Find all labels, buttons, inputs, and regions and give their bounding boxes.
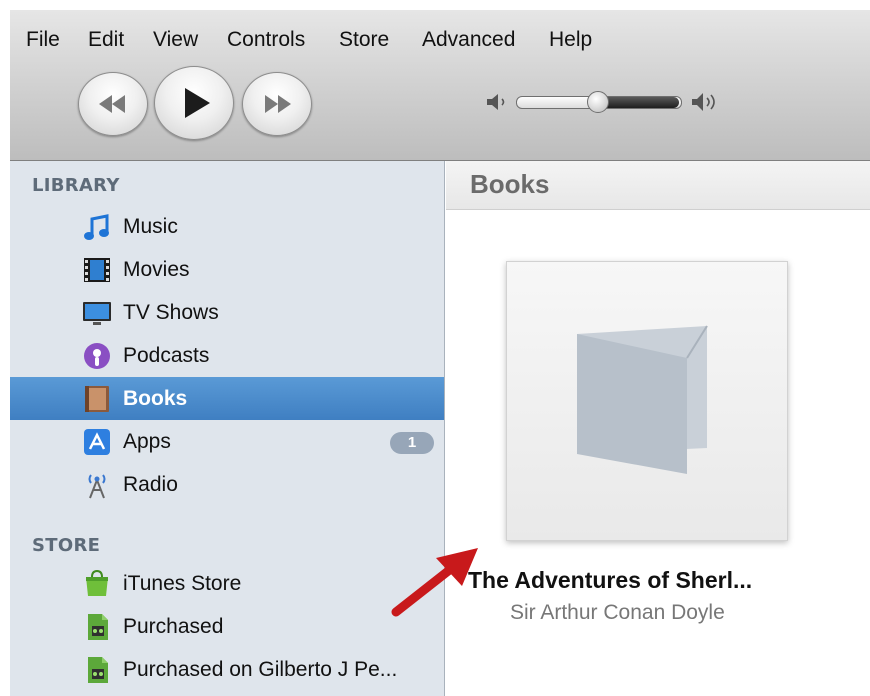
- itunes-window: File Edit View Controls Store Advanced H…: [0, 0, 870, 696]
- sidebar-item-label: Podcasts: [123, 344, 210, 367]
- menu-controls[interactable]: Controls: [227, 20, 305, 60]
- menu-file[interactable]: File: [26, 20, 60, 60]
- sidebar-item-purchased-on-device[interactable]: Purchased on Gilberto J Pe...: [10, 648, 444, 691]
- radio-icon: [88, 474, 106, 499]
- sidebar-item-books[interactable]: Books: [10, 377, 444, 420]
- sidebar-item-radio[interactable]: Radio: [10, 463, 444, 506]
- sidebar-item-purchased[interactable]: Purchased: [10, 605, 444, 648]
- main-header: Books: [446, 161, 870, 210]
- purchased-icon: [88, 614, 108, 640]
- sidebar-item-itunes-store[interactable]: iTunes Store: [10, 562, 444, 605]
- sidebar-item-label: Books: [123, 387, 188, 410]
- sidebar: LIBRARY Music Movies TV Shows Podcasts B…: [10, 161, 445, 696]
- fast-forward-button[interactable]: [242, 72, 312, 136]
- movies-icon: [84, 258, 110, 282]
- sidebar-item-label: Radio: [123, 473, 178, 496]
- sidebar-item-label: Apps: [123, 430, 171, 453]
- fast-forward-icon: [265, 95, 291, 113]
- volume-slider-knob[interactable]: [587, 91, 609, 113]
- menu-store[interactable]: Store: [339, 20, 389, 60]
- sidebar-item-label: Purchased on Gilberto J Pe...: [123, 658, 398, 681]
- sidebar-item-label: TV Shows: [123, 301, 219, 324]
- music-icon: [84, 214, 109, 240]
- volume-slider-track-fill: [597, 97, 679, 108]
- sidebar-item-label: Movies: [123, 258, 190, 281]
- tv-icon: [83, 302, 111, 325]
- sidebar-item-movies[interactable]: Movies: [10, 248, 444, 291]
- apps-count-badge: 1: [390, 432, 434, 454]
- sidebar-item-label: iTunes Store: [123, 572, 242, 595]
- generic-book-icon: [577, 325, 708, 474]
- sidebar-item-label: Music: [123, 215, 178, 238]
- page-title: Books: [470, 169, 550, 199]
- itunes-store-icon: [86, 569, 108, 596]
- sidebar-item-label: Purchased: [123, 615, 224, 638]
- menu-bar: File Edit View Controls Store Advanced H…: [10, 20, 870, 60]
- sidebar-item-podcasts[interactable]: Podcasts: [10, 334, 444, 377]
- podcast-icon: [84, 343, 110, 369]
- sidebar-item-music[interactable]: Music: [10, 205, 444, 248]
- main-content: Books The Adventures of Sherl... Sir Art…: [446, 161, 870, 696]
- volume-low-icon: [487, 94, 505, 110]
- sidebar-item-tv-shows[interactable]: TV Shows: [10, 291, 444, 334]
- volume-high-icon: [692, 93, 715, 111]
- store-header: STORE: [32, 535, 101, 556]
- play-icon: [185, 88, 210, 118]
- book-title[interactable]: The Adventures of Sherl...: [468, 567, 848, 594]
- book-author[interactable]: Sir Arthur Conan Doyle: [510, 601, 840, 625]
- menu-edit[interactable]: Edit: [88, 20, 124, 60]
- sidebar-item-apps[interactable]: Apps 1: [10, 420, 444, 463]
- apps-icon: [84, 429, 110, 455]
- library-header: LIBRARY: [32, 175, 120, 196]
- book-cover[interactable]: [506, 261, 788, 541]
- purchased-icon: [88, 657, 108, 683]
- play-button[interactable]: [154, 66, 234, 140]
- book-icon: [85, 386, 109, 412]
- menu-view[interactable]: View: [153, 20, 198, 60]
- rewind-icon: [99, 95, 125, 113]
- rewind-button[interactable]: [78, 72, 148, 136]
- menu-help[interactable]: Help: [549, 20, 592, 60]
- menu-advanced[interactable]: Advanced: [422, 20, 515, 60]
